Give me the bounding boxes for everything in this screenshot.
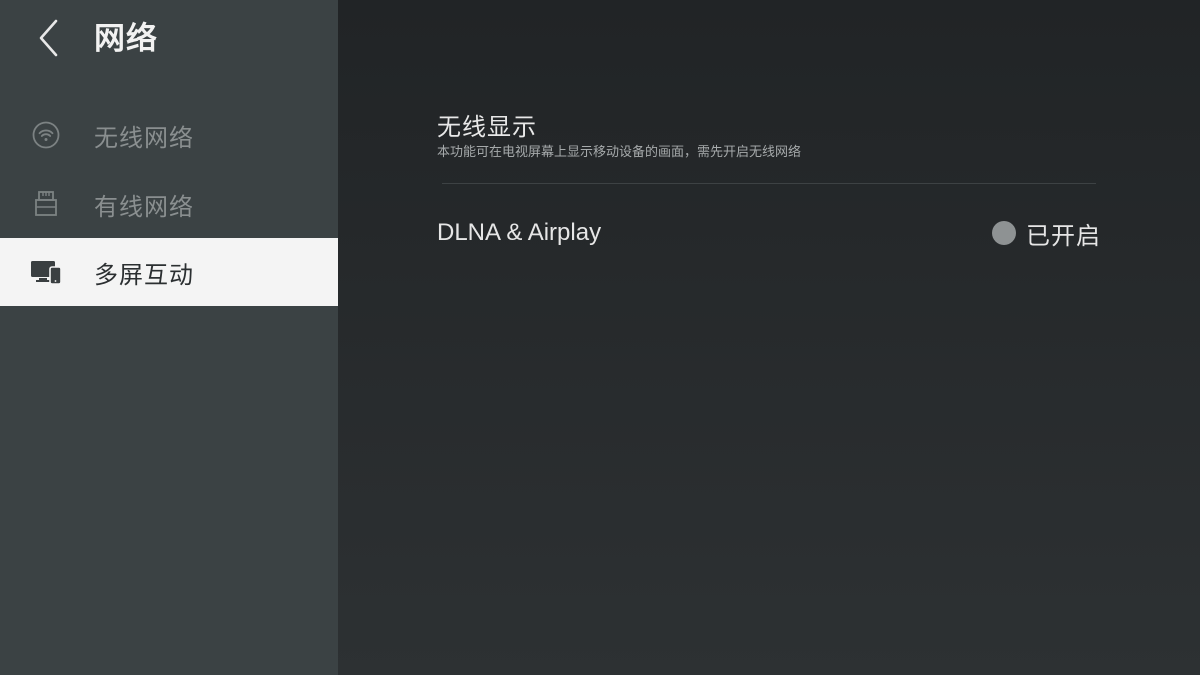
section-title: 无线显示 (437, 113, 537, 141)
page-title: 网络 (94, 21, 158, 57)
status-indicator: 已开启 (992, 210, 1101, 256)
back-button[interactable] (28, 18, 68, 62)
setting-row-dlna-airplay[interactable]: DLNA & Airplay 已开启 (437, 210, 1101, 256)
chevron-left-icon (37, 18, 59, 62)
ethernet-icon (30, 189, 62, 219)
status-dot-icon (992, 221, 1016, 245)
sidebar-item-label: 无线网络 (94, 123, 194, 152)
status-text: 已开启 (1026, 221, 1101, 250)
sidebar-item-wired[interactable]: 有线网络 (0, 170, 338, 238)
setting-label: DLNA & Airplay (437, 219, 602, 246)
section-description: 本功能可在电视屏幕上显示移动设备的画面，需先开启无线网络 (437, 145, 802, 160)
sidebar-item-label: 多屏互动 (94, 260, 194, 289)
wifi-icon (30, 120, 62, 150)
settings-screen: 网络 无线网络 有线网络 多屏互动 无线显示 本功能可在电视屏幕上显示移动设备的… (0, 0, 1200, 675)
main-content: 无线显示 本功能可在电视屏幕上显示移动设备的画面，需先开启无线网络 DLNA &… (338, 0, 1200, 675)
sidebar: 网络 无线网络 有线网络 多屏互动 (0, 0, 343, 675)
sidebar-item-label: 有线网络 (94, 192, 194, 221)
multiscreen-icon (30, 257, 62, 287)
sidebar-item-wireless[interactable]: 无线网络 (0, 101, 338, 169)
section-divider (442, 183, 1096, 184)
sidebar-item-multiscreen[interactable]: 多屏互动 (0, 238, 343, 306)
section-header: 无线显示 本功能可在电视屏幕上显示移动设备的画面，需先开启无线网络 (437, 110, 1097, 162)
